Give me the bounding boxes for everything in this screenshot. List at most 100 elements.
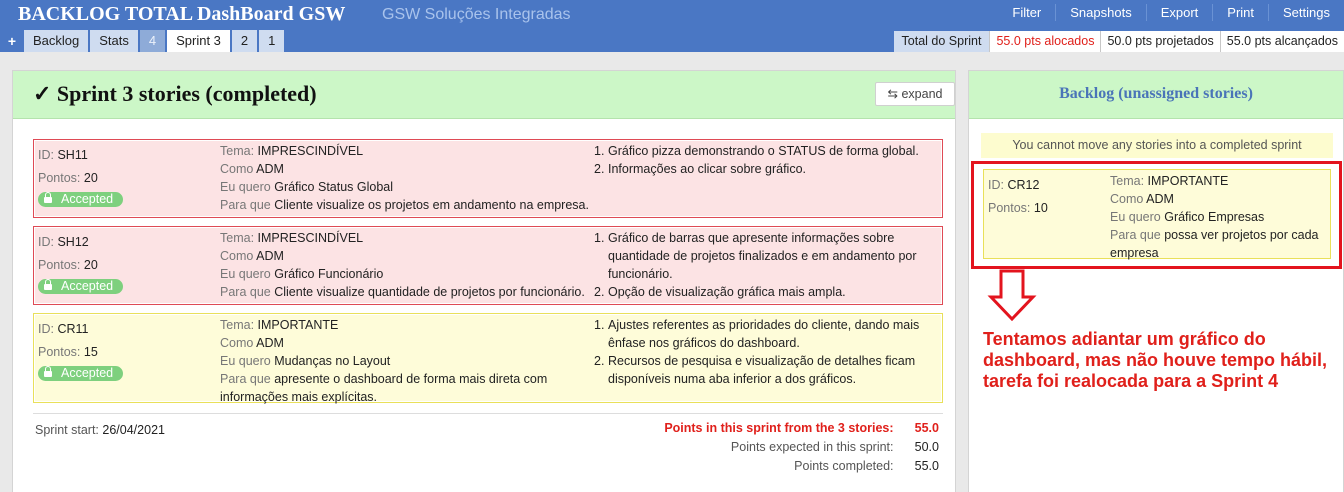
tab-sprint-2[interactable]: 2 xyxy=(231,30,258,52)
id-label: ID: xyxy=(38,322,54,336)
story-points: 20 xyxy=(83,171,98,185)
points-allocated: 55.0 pts alocados xyxy=(989,31,1101,52)
story-quero: Gráfico Funcionário xyxy=(274,267,384,281)
story-como: ADM xyxy=(256,336,284,350)
tab-backlog[interactable]: Backlog xyxy=(24,30,89,52)
acceptance-criteria: 1. Gráfico de barras que apresente inform… xyxy=(594,229,939,301)
points-in-sprint-value: 55.0 xyxy=(914,421,939,435)
story-id: SH12 xyxy=(57,235,89,249)
criteria-item: 1. Gráfico de barras que apresente inform… xyxy=(594,231,917,281)
story-quero: Mudanças no Layout xyxy=(274,354,391,368)
story-tema: IMPRESCINDÍVEL xyxy=(257,231,364,245)
settings-menu[interactable]: Settings xyxy=(1268,4,1344,21)
quero-label: Eu quero xyxy=(220,267,271,281)
snapshots-menu[interactable]: Snapshots xyxy=(1055,4,1145,21)
top-header: BACKLOG TOTAL DashBoard GSW GSW Soluções… xyxy=(0,0,1344,52)
status-badge: Accepted xyxy=(38,192,124,207)
para-label: Para que xyxy=(220,198,271,212)
status-badge: Accepted xyxy=(38,279,124,294)
story-points: 15 xyxy=(83,345,98,359)
highlight-box xyxy=(970,161,1342,269)
como-label: Como xyxy=(220,162,254,176)
story-para: Cliente visualize quantidade de projetos… xyxy=(274,285,585,299)
sprint-start: Sprint start: 26/04/2021 xyxy=(35,423,165,437)
add-icon[interactable]: + xyxy=(0,30,24,52)
points-expected-label: Points expected in this sprint: xyxy=(730,440,894,454)
story-card-sh12[interactable]: ID: SH12 Pontos: 20 Accepted Tema: IMPRE… xyxy=(33,226,943,305)
para-label: Para que xyxy=(220,285,271,299)
tab-sprint-3[interactable]: Sprint 3 xyxy=(167,30,230,52)
story-card-sh11[interactable]: ID: SH11 Pontos: 20 Accepted Tema: IMPRE… xyxy=(33,139,943,218)
story-meta: ID: SH11 Pontos: 20 Accepted xyxy=(38,146,218,207)
lock-icon xyxy=(44,366,52,378)
tab-sprint-4[interactable]: 4 xyxy=(139,30,166,52)
lock-icon xyxy=(44,279,52,291)
divider xyxy=(33,413,943,414)
story-tema: IMPORTANTE xyxy=(257,318,339,332)
tema-label: Tema: xyxy=(220,144,255,158)
points-label: Pontos: xyxy=(38,171,81,185)
sprint-start-label: Sprint start: xyxy=(35,423,99,437)
points-in-sprint-label: Points in this sprint from the 3 stories… xyxy=(664,421,894,435)
story-meta: ID: CR11 Pontos: 15 Accepted xyxy=(38,320,218,381)
tab-stats[interactable]: Stats xyxy=(90,30,138,52)
status-text: Accepted xyxy=(61,366,114,380)
status-text: Accepted xyxy=(61,192,114,206)
acceptance-criteria: 1. Gráfico pizza demonstrando o STATUS de… xyxy=(594,142,939,178)
lock-icon xyxy=(44,192,52,204)
points-in-sprint: Points in this sprint from the 3 stories… xyxy=(664,421,939,435)
tab-bar: + Backlog Stats 4 Sprint 3 2 1 xyxy=(0,30,286,52)
sprint-start-date: 26/04/2021 xyxy=(102,423,165,437)
story-id: SH11 xyxy=(57,148,88,162)
para-label: Para que xyxy=(220,372,271,386)
top-menu: Filter Snapshots Export Print Settings xyxy=(998,4,1344,21)
tema-label: Tema: xyxy=(220,318,255,332)
export-menu[interactable]: Export xyxy=(1145,4,1213,21)
points-expected: Points expected in this sprint: 50.0 xyxy=(731,440,939,454)
app-title: BACKLOG TOTAL DashBoard GSW xyxy=(18,3,346,25)
down-arrow-icon xyxy=(987,269,1037,321)
backlog-notice: You cannot move any stories into a compl… xyxy=(981,133,1333,158)
sprint-panel: ✓ Sprint 3 stories (completed) ⇆ expand … xyxy=(12,70,956,492)
sprint-title: ✓ Sprint 3 stories (completed) xyxy=(33,81,317,106)
quero-label: Eu quero xyxy=(220,354,271,368)
story-como: ADM xyxy=(256,162,284,176)
sprint-panel-header: ✓ Sprint 3 stories (completed) ⇆ expand xyxy=(13,71,955,119)
story-details: Tema: IMPORTANTE Como ADM Eu quero Mudan… xyxy=(220,316,590,406)
points-label: Pontos: xyxy=(38,345,81,359)
points-completed-label: Points completed: xyxy=(794,459,894,473)
points-expected-value: 50.0 xyxy=(914,440,939,454)
points-completed: Points completed: 55.0 xyxy=(794,459,939,473)
story-details: Tema: IMPRESCINDÍVEL Como ADM Eu quero G… xyxy=(220,229,590,301)
print-menu[interactable]: Print xyxy=(1212,4,1268,21)
story-quero: Gráfico Status Global xyxy=(274,180,394,194)
criteria-item: 2. Recursos de pesquisa e visualização de… xyxy=(594,354,916,386)
filter-menu[interactable]: Filter xyxy=(998,4,1055,21)
story-card-cr11[interactable]: ID: CR11 Pontos: 15 Accepted Tema: IMPOR… xyxy=(33,313,943,406)
expand-button[interactable]: ⇆ expand xyxy=(875,82,955,106)
app-subtitle: GSW Soluções Integradas xyxy=(382,6,571,23)
story-para: Cliente visualize os projetos em andamen… xyxy=(274,198,589,212)
id-label: ID: xyxy=(38,148,54,162)
tema-label: Tema: xyxy=(220,231,255,245)
quero-label: Eu quero xyxy=(220,180,271,194)
story-id: CR11 xyxy=(57,322,89,336)
story-como: ADM xyxy=(256,249,284,263)
points-completed-value: 55.0 xyxy=(914,459,939,473)
criteria-item: 2. Opção de visualização gráfica mais amp… xyxy=(594,285,846,299)
acceptance-criteria: 1. Ajustes referentes as prioridades do c… xyxy=(594,316,939,388)
backlog-title: Backlog (unassigned stories) xyxy=(1059,85,1253,102)
como-label: Como xyxy=(220,249,254,263)
status-text: Accepted xyxy=(61,279,114,293)
tab-sprint-1[interactable]: 1 xyxy=(259,30,285,52)
criteria-item: 2. Informações ao clicar sobre gráfico. xyxy=(594,162,807,176)
backlog-panel: Backlog (unassigned stories) You cannot … xyxy=(968,70,1344,492)
sprint-stats: Total do Sprint 55.0 pts alocados 50.0 p… xyxy=(893,31,1344,52)
backlog-header: Backlog (unassigned stories) xyxy=(969,71,1343,119)
status-badge: Accepted xyxy=(38,366,124,381)
story-tema: IMPRESCINDÍVEL xyxy=(257,144,364,158)
story-meta: ID: SH12 Pontos: 20 Accepted xyxy=(38,233,218,294)
story-details: Tema: IMPRESCINDÍVEL Como ADM Eu quero G… xyxy=(220,142,590,214)
points-projected: 50.0 pts projetados xyxy=(1100,31,1220,52)
points-label: Pontos: xyxy=(38,258,81,272)
